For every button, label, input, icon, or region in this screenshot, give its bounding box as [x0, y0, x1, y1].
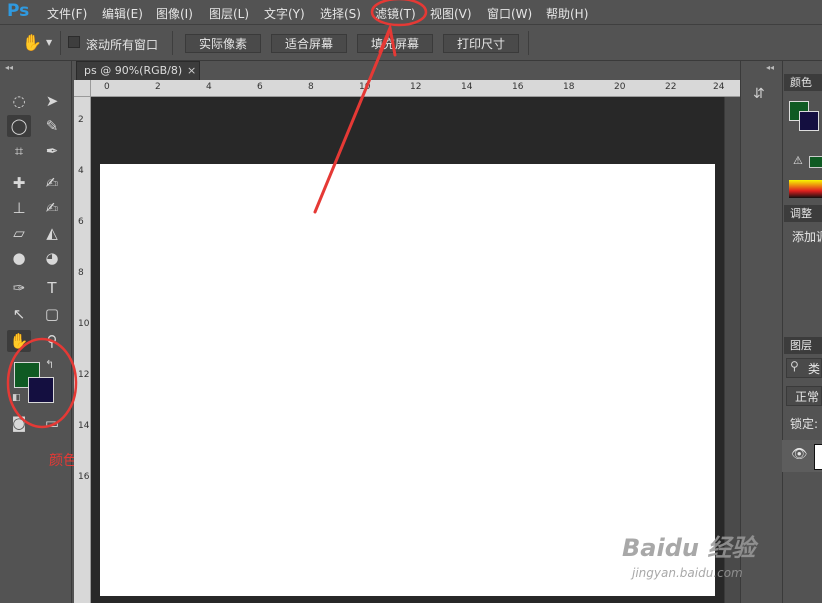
annotation-arrow: [313, 22, 397, 214]
watermark-url: jingyan.baidu.com: [632, 566, 743, 580]
annotation-overlay: [6, 0, 428, 429]
watermark-logo: Baidu 经验: [622, 534, 756, 562]
annotation-ellipse: [6, 337, 78, 429]
annotation-ellipse: [370, 0, 428, 27]
